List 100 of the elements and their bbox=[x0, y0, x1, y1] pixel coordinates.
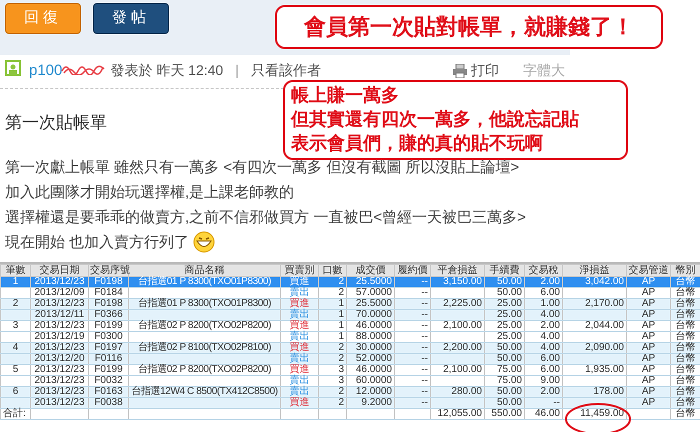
avatar-icon bbox=[5, 60, 21, 76]
table-row[interactable]: 2013/12/09 F0184 賣出 2 57.0000 -- 50.00 6.00 AP 台幣 bbox=[0, 288, 700, 298]
column-header[interactable]: 商品名稱 bbox=[128, 264, 280, 276]
table-cell: 2 bbox=[338, 353, 344, 364]
table-cell: 46.0000 bbox=[356, 320, 392, 331]
table-cell: 2,200.00 bbox=[443, 342, 482, 353]
annotation-text: 但其實還有四次一萬多，他說忘記貼 bbox=[291, 108, 580, 132]
table-cell: 賣出 bbox=[290, 309, 310, 320]
table-cell: 2,100.00 bbox=[443, 364, 482, 375]
table-row[interactable]: 2013/12/23 F0032 賣出 3 60.0000 -- 75.00 9.00 AP 台幣 bbox=[0, 376, 700, 386]
table-cell: 2,100.00 bbox=[443, 320, 482, 331]
table-cell: 買進 bbox=[290, 298, 310, 309]
annotation-headline: 會員第一次貼對帳單，就賺錢了！ bbox=[275, 5, 663, 49]
post-title: 第一次貼帳單 bbox=[4, 112, 108, 135]
table-cell: 2013/12/23 bbox=[34, 364, 85, 375]
table-cell: 台指選01 P 8300(TXO01P8300) bbox=[138, 276, 272, 287]
post-button[interactable]: 發帖 bbox=[93, 3, 169, 34]
table-cell: 2013/12/23 bbox=[34, 320, 85, 331]
table-cell: 178.00 bbox=[593, 386, 624, 397]
table-cell: 4.00 bbox=[540, 309, 560, 320]
table-cell: 2013/12/23 bbox=[34, 375, 85, 386]
table-cell: 2,170.00 bbox=[585, 298, 624, 309]
table-cell: 2013/12/23 bbox=[34, 397, 85, 408]
table-cell: 5 bbox=[12, 364, 18, 375]
table-cell: AP bbox=[642, 364, 656, 375]
table-cell: F0184 bbox=[94, 287, 123, 298]
table-cell: 75.00 bbox=[496, 364, 522, 375]
table-cell: 25.5000 bbox=[356, 298, 392, 309]
table-row[interactable]: 4 2013/12/23 F0197 台指選02 P 8100(TXO02P8100) 買進 2 30.0000 -- 2,200.00 50.00 4.00 2,090.00 AP 台幣 bbox=[0, 342, 700, 354]
table-cell: 50.00 bbox=[496, 353, 522, 364]
separator: | bbox=[234, 61, 240, 80]
table-cell: 2013/12/23 bbox=[34, 342, 85, 353]
table-cell: 1 bbox=[338, 320, 344, 331]
table-cell: -- bbox=[421, 397, 428, 408]
table-row[interactable]: 5 2013/12/23 F0199 台指選02 P 8200(TXO02P8200) 買進 3 46.0000 -- 2,100.00 75.00 6.00 1,935.00 AP 台幣 bbox=[0, 364, 700, 376]
table-row[interactable]: 2013/12/20 F0116 賣出 2 52.0000 -- 50.00 6.00 AP 台幣 bbox=[0, 354, 700, 364]
table-cell: 30.0000 bbox=[356, 342, 392, 353]
table-cell: -- bbox=[421, 320, 428, 331]
table-cell: 6.00 bbox=[540, 364, 560, 375]
table-cell: 50.00 bbox=[496, 287, 522, 298]
post-text: 選擇權還是要乖乖的做賣方,之前不信邪做買方 一直被巴<曾經一天被巴三萬多> bbox=[5, 208, 526, 228]
table-cell: 台幣 bbox=[676, 331, 696, 342]
table-row[interactable]: 6 2013/12/23 F0163 台指選12W4 C 8500(TX412C8500) 賣出 2 12.0000 -- 280.00 50.00 2.00 178.00 AP 台幣 bbox=[0, 386, 700, 398]
table-cell: 25.00 bbox=[496, 320, 522, 331]
author-link[interactable]: p100 bbox=[29, 60, 102, 82]
total-cell: 12,055.00 bbox=[438, 408, 482, 419]
table-cell: 2,090.00 bbox=[585, 342, 624, 353]
table-cell: 6.00 bbox=[540, 353, 560, 364]
table-cell: F0197 bbox=[94, 342, 123, 353]
table-cell: AP bbox=[642, 397, 656, 408]
column-header[interactable]: 筆數 bbox=[0, 264, 30, 276]
total-cell: 46.00 bbox=[534, 408, 560, 419]
column-header[interactable]: 淨損益 bbox=[562, 264, 626, 276]
table-cell: 買進 bbox=[290, 364, 310, 375]
table-cell: 台幣 bbox=[676, 386, 696, 397]
table-cell: 9.00 bbox=[540, 375, 560, 386]
post-meta: 發表於 昨天 12:40 bbox=[110, 61, 224, 80]
table-cell: 台幣 bbox=[676, 397, 696, 408]
table-cell: 50.00 bbox=[496, 397, 522, 408]
table-cell: -- bbox=[421, 309, 428, 320]
table-cell: 台幣 bbox=[676, 342, 696, 353]
table-cell: 2 bbox=[338, 287, 344, 298]
table-row[interactable]: 2 2013/12/23 F0198 台指選01 P 8300(TXO01P8300) 買進 1 25.5000 -- 2,225.00 25.00 1.00 2,170.00 AP 台幣 bbox=[0, 298, 700, 310]
table-cell: -- bbox=[421, 298, 428, 309]
table-cell: 台幣 bbox=[676, 287, 696, 298]
table-cell: 賣出 bbox=[290, 375, 310, 386]
table-cell: 60.0000 bbox=[356, 375, 392, 386]
print-link[interactable]: 打印 bbox=[453, 60, 499, 81]
table-cell: 2,225.00 bbox=[443, 298, 482, 309]
table-cell: 2 bbox=[338, 386, 344, 397]
table-cell: 買進 bbox=[290, 320, 310, 331]
table-cell: 賣出 bbox=[290, 287, 310, 298]
table-cell: 46.0000 bbox=[356, 364, 392, 375]
table-row[interactable]: 3 2013/12/23 F0199 台指選02 P 8200(TXO02P8200) 買進 1 46.0000 -- 2,100.00 25.00 2.00 2,044.00 AP 台幣 bbox=[0, 320, 700, 332]
table-cell: AP bbox=[642, 331, 656, 342]
table-cell: -- bbox=[421, 386, 428, 397]
table-row[interactable]: 2013/12/19 F0300 賣出 1 88.0000 -- 25.00 4.00 AP 台幣 bbox=[0, 332, 700, 342]
table-cell: F0038 bbox=[94, 397, 123, 408]
table-row[interactable]: 2013/12/11 F0366 賣出 1 70.0000 -- 25.00 4.00 AP 台幣 bbox=[0, 310, 700, 320]
table-cell: 4 bbox=[12, 342, 18, 353]
table-cell: AP bbox=[642, 353, 656, 364]
table-cell: 9.2000 bbox=[361, 397, 392, 408]
table-cell: 買進 bbox=[290, 276, 310, 287]
table-cell: 6.00 bbox=[540, 287, 560, 298]
table-cell: AP bbox=[642, 298, 656, 309]
post-text: 加入此團隊才開始玩選擇權,是上課老師教的 bbox=[5, 182, 294, 202]
table-cell: 台指選02 P 8200(TXO02P8200) bbox=[138, 320, 272, 331]
table-cell: 1.00 bbox=[540, 298, 560, 309]
author-only-link[interactable]: 只看該作者 bbox=[250, 60, 321, 81]
total-cell: 合計: bbox=[3, 408, 26, 419]
table-cell: 台幣 bbox=[676, 364, 696, 375]
table-cell: 買進 bbox=[290, 342, 310, 353]
total-row[interactable]: 合計: 12,055.00 550.00 46.00 11,459.00 台幣 bbox=[0, 408, 700, 420]
table-row[interactable]: 2013/12/23 F0038 買進 2 9.2000 -- 50.00 -- AP 台幣 bbox=[0, 398, 700, 408]
table-cell: F0198 bbox=[94, 298, 123, 309]
total-cell: 台幣 bbox=[676, 408, 696, 419]
table-cell: 52.0000 bbox=[356, 353, 392, 364]
table-cell: 台幣 bbox=[676, 353, 696, 364]
table-cell: F0163 bbox=[94, 386, 123, 397]
table-cell: 2013/12/19 bbox=[34, 331, 85, 342]
